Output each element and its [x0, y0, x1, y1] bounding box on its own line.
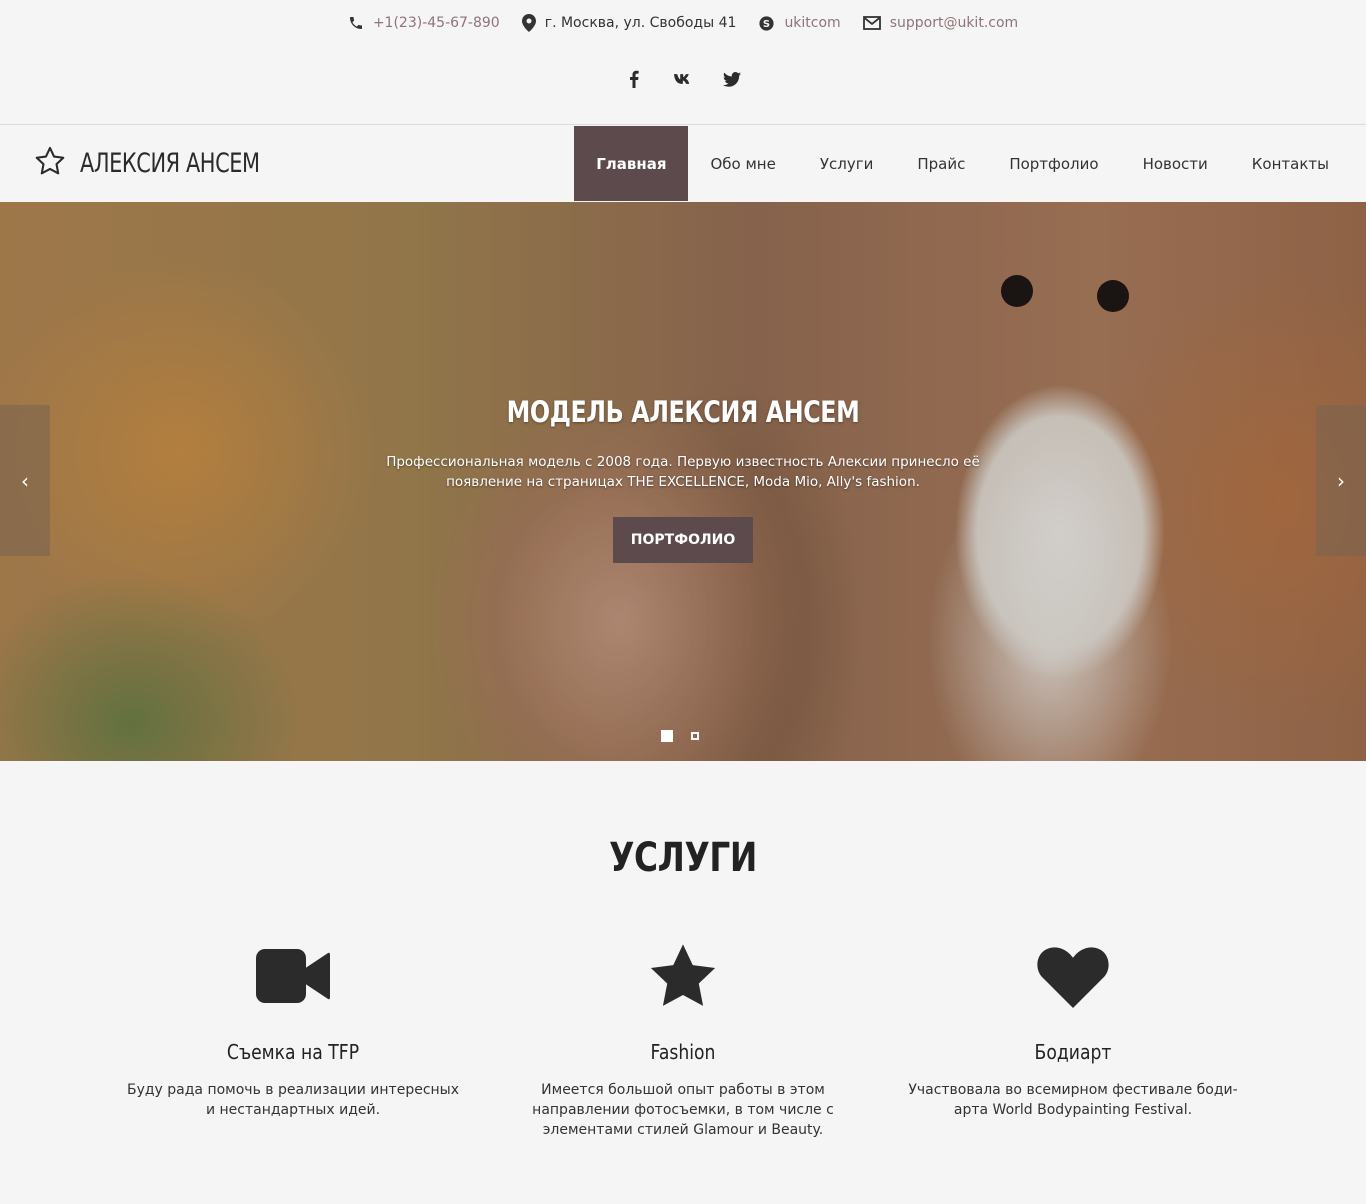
- service-card-fashion: Fashion Имеется большой опыт работы в эт…: [513, 940, 853, 1140]
- twitter-icon[interactable]: [723, 68, 741, 90]
- contact-email[interactable]: support@ukit.com: [862, 13, 1018, 33]
- nav-item-about[interactable]: Обо мне: [688, 126, 797, 201]
- map-pin-icon: [521, 14, 536, 32]
- email-link[interactable]: support@ukit.com: [890, 15, 1018, 31]
- logo[interactable]: АЛЕКСИЯ АНСЕМ: [34, 146, 289, 180]
- portfolio-button[interactable]: ПОРТФОЛИО: [613, 517, 753, 563]
- star-icon: [513, 940, 853, 1012]
- slider-dot-1[interactable]: [661, 730, 673, 742]
- chevron-left-icon: ‹: [21, 468, 29, 493]
- svg-text:S: S: [763, 19, 770, 30]
- star-outline-icon: [34, 146, 66, 180]
- service-card-tfp: Съемка на TFP Буду рада помочь в реализа…: [123, 940, 463, 1120]
- services-title: УСЛУГИ: [609, 835, 757, 881]
- contact-phone[interactable]: +1(23)-45-67-890: [348, 13, 500, 33]
- facebook-icon[interactable]: [625, 68, 643, 90]
- nav-item-services[interactable]: Услуги: [798, 126, 895, 201]
- service-name: Бодиарт: [1034, 1040, 1112, 1064]
- main-nav: Главная Обо мне Услуги Прайс Портфолио Н…: [574, 126, 1351, 201]
- video-camera-icon: [123, 940, 463, 1012]
- heart-icon: [903, 940, 1243, 1012]
- nav-item-portfolio[interactable]: Портфолио: [987, 126, 1120, 201]
- nav-item-price[interactable]: Прайс: [895, 126, 987, 201]
- service-description: Буду рада помочь в реализации интересных…: [126, 1082, 460, 1118]
- slider-next-button[interactable]: ›: [1316, 405, 1366, 556]
- hero-image-detail: [1001, 275, 1033, 307]
- contact-address: г. Москва, ул. Свободы 41: [521, 13, 737, 33]
- social-links: [0, 68, 1366, 90]
- phone-icon: [348, 15, 364, 31]
- hero-description: Профессиональная модель с 2008 года. Пер…: [386, 454, 980, 490]
- service-description: Участвовала во всемирном фестивале боди-…: [908, 1082, 1238, 1118]
- logo-text: АЛЕКСИЯ АНСЕМ: [80, 147, 260, 179]
- chevron-right-icon: ›: [1337, 468, 1345, 493]
- service-card-bodyart: Бодиарт Участвовала во всемирном фестива…: [903, 940, 1243, 1120]
- address-text: г. Москва, ул. Свободы 41: [544, 15, 737, 31]
- service-description: Имеется большой опыт работы в этом напра…: [532, 1082, 834, 1138]
- nav-item-home[interactable]: Главная: [574, 126, 689, 201]
- nav-item-contacts[interactable]: Контакты: [1230, 126, 1351, 201]
- site-header: АЛЕКСИЯ АНСЕМ Главная Обо мне Услуги Пра…: [0, 126, 1366, 201]
- nav-item-news[interactable]: Новости: [1121, 126, 1230, 201]
- service-name: Fashion: [650, 1040, 716, 1064]
- slider-prev-button[interactable]: ‹: [0, 405, 50, 556]
- skype-link[interactable]: ukitcom: [784, 15, 840, 31]
- envelope-icon: [862, 16, 881, 30]
- skype-icon: S: [758, 15, 775, 32]
- hero-image-detail: [1097, 280, 1129, 312]
- hero-title: МОДЕЛЬ АЛЕКСИЯ АНСЕМ: [506, 395, 860, 429]
- slider-dot-2[interactable]: [691, 732, 699, 740]
- phone-link[interactable]: +1(23)-45-67-890: [373, 15, 500, 31]
- service-name: Съемка на TFP: [226, 1040, 360, 1064]
- contact-skype[interactable]: S ukitcom: [758, 13, 841, 33]
- vk-icon[interactable]: [674, 68, 692, 90]
- contact-list: +1(23)-45-67-890 г. Москва, ул. Свободы …: [0, 13, 1366, 33]
- hero-slider: МОДЕЛЬ АЛЕКСИЯ АНСЕМ Профессиональная мо…: [0, 202, 1366, 761]
- slider-dots: [661, 730, 699, 742]
- top-bar: +1(23)-45-67-890 г. Москва, ул. Свободы …: [0, 0, 1366, 125]
